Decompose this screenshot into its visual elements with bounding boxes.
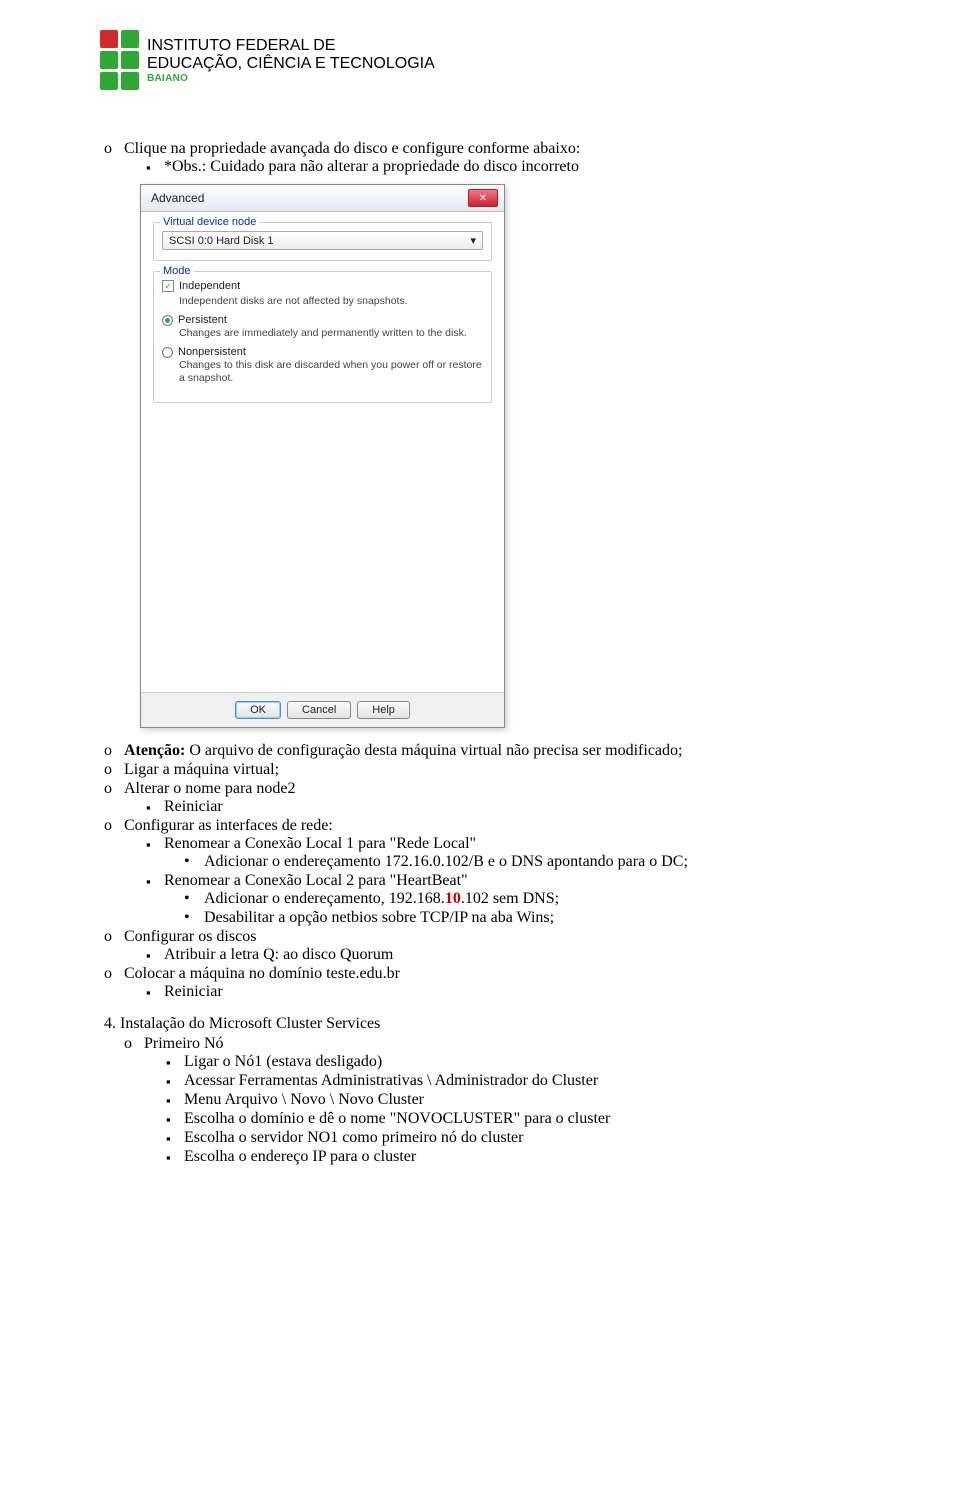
conf-discos-line: Configurar os discos Atribuir a letra Q:… — [124, 928, 860, 964]
intro-text: Clique na propriedade avançada do disco … — [124, 140, 580, 157]
ligar-line: Ligar a máquina virtual; — [124, 761, 860, 779]
combo-value: SCSI 0:0 Hard Disk 1 — [169, 235, 274, 247]
dominio-text: Colocar a máquina no domínio teste.edu.b… — [124, 965, 400, 982]
reiniciar-line: Reiniciar — [164, 798, 860, 816]
persistent-desc: Changes are immediately and permanently … — [179, 327, 483, 340]
conf-ifaces-text: Configurar as interfaces de rede: — [124, 817, 333, 834]
end1-line: Adicionar o endereçamento 172.16.0.102/B… — [204, 853, 860, 871]
configurar-ifaces-line: Configurar as interfaces de rede: Renome… — [124, 817, 860, 927]
persistent-label: Persistent — [178, 314, 227, 326]
cancel-button[interactable]: Cancel — [287, 701, 351, 719]
obs-line: *Obs.: Cuidado para não alterar a propri… — [164, 158, 860, 176]
institution-logo: INSTITUTO FEDERAL DE EDUCAÇÃO, CIÊNCIA E… — [100, 30, 860, 90]
dialog-title: Advanced — [151, 191, 204, 205]
conf-discos-text: Configurar os discos — [124, 928, 256, 945]
group-mode-title: Mode — [160, 265, 194, 277]
end2-prefix: Adicionar o endereçamento, 192.168. — [204, 890, 445, 907]
nonpersistent-desc: Changes to this disk are discarded when … — [179, 359, 483, 385]
s4-4: Escolha o domínio e dê o nome "NOVOCLUST… — [184, 1110, 860, 1128]
s4-3: Menu Arquivo \ Novo \ Novo Cluster — [184, 1091, 860, 1109]
nonpersistent-label: Nonpersistent — [178, 346, 246, 358]
nonpersistent-radio[interactable] — [162, 347, 173, 358]
logo-line1: INSTITUTO FEDERAL DE — [147, 37, 435, 55]
logo-line2: EDUCAÇÃO, CIÊNCIA E TECNOLOGIA — [147, 55, 435, 73]
dominio-line: Colocar a máquina no domínio teste.edu.b… — [124, 965, 860, 1001]
close-icon[interactable]: ✕ — [468, 189, 498, 207]
s4-5: Escolha o servidor NO1 como primeiro nó … — [184, 1129, 860, 1147]
ren2-line: Renomear a Conexão Local 2 para "HeartBe… — [164, 872, 860, 927]
s4-6: Escolha o endereço IP para o cluster — [184, 1148, 860, 1166]
end2-line: Adicionar o endereçamento, 192.168.10.10… — [204, 890, 860, 908]
quorum-line: Atribuir a letra Q: ao disco Quorum — [164, 946, 860, 964]
end2-red: 10 — [445, 890, 461, 907]
independent-label: Independent — [179, 280, 240, 292]
ren1-text: Renomear a Conexão Local 1 para "Rede Lo… — [164, 835, 476, 852]
independent-desc: Independent disks are not affected by sn… — [179, 295, 483, 308]
end2-suffix: .102 sem DNS; — [461, 890, 559, 907]
intro-line: Clique na propriedade avançada do disco … — [124, 140, 860, 176]
reiniciar2-line: Reiniciar — [164, 983, 860, 1001]
primeiro-no-text: Primeiro Nó — [144, 1035, 224, 1052]
step4-title: Instalação do Microsoft Cluster Services — [120, 1015, 380, 1032]
logo-line3: BAIANO — [147, 73, 435, 84]
help-button[interactable]: Help — [357, 701, 410, 719]
group-vdn-title: Virtual device node — [160, 216, 259, 228]
atencao-label: Atenção: — [124, 742, 185, 759]
virtual-device-combo[interactable]: SCSI 0:0 Hard Disk 1 ▾ — [162, 231, 483, 250]
primeiro-no-line: Primeiro Nó Ligar o Nó1 (estava desligad… — [144, 1035, 860, 1166]
independent-checkbox[interactable]: ✓ — [162, 280, 174, 292]
s4-1: Ligar o Nó1 (estava desligado) — [184, 1053, 860, 1071]
alterar-line: Alterar o nome para node2 Reiniciar — [124, 780, 860, 816]
chevron-down-icon: ▾ — [470, 234, 476, 247]
persistent-radio[interactable] — [162, 315, 173, 326]
alterar-text: Alterar o nome para node2 — [124, 780, 295, 797]
atencao-line: Atenção: O arquivo de configuração desta… — [124, 742, 860, 760]
ren2-text: Renomear a Conexão Local 2 para "HeartBe… — [164, 872, 468, 889]
step4: Instalação do Microsoft Cluster Services… — [120, 1015, 860, 1166]
s4-2: Acessar Ferramentas Administrativas \ Ad… — [184, 1072, 860, 1090]
ok-button[interactable]: OK — [235, 701, 281, 719]
atencao-rest: O arquivo de configuração desta máquina … — [185, 742, 682, 759]
ren1-line: Renomear a Conexão Local 1 para "Rede Lo… — [164, 835, 860, 871]
logo-squares — [100, 30, 139, 90]
advanced-dialog: Advanced ✕ Virtual device node SCSI 0:0 … — [140, 184, 505, 728]
netbios-line: Desabilitar a opção netbios sobre TCP/IP… — [204, 909, 860, 927]
